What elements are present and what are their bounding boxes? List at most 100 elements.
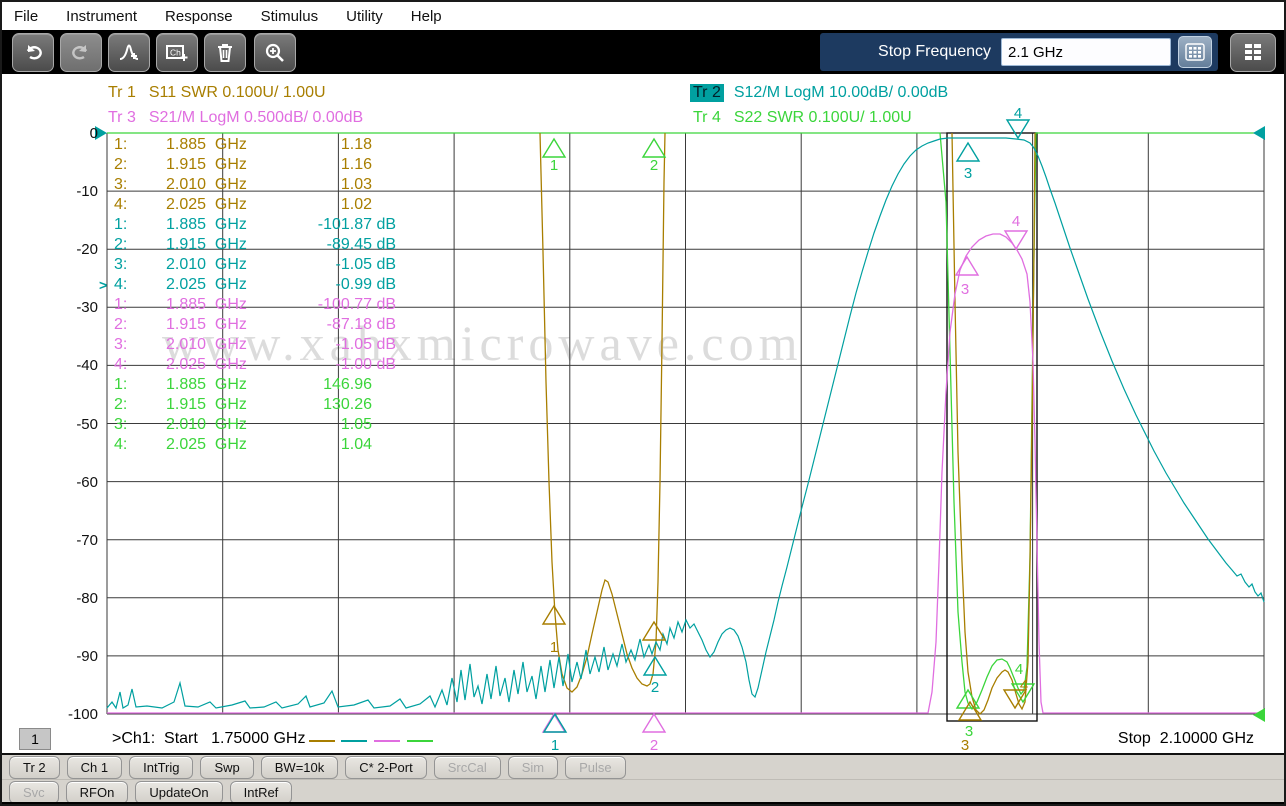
status-toolbar: Tr 2Ch 1IntTrigSwpBW=10kC* 2-PortSrcCalS… [2,753,1284,802]
marker-val-cell: -87.18 [286,315,372,335]
marker-unit-cell [372,395,402,415]
marker-val-cell: 130.26 [286,395,372,415]
menu-item-utility[interactable]: Utility [346,8,383,25]
marker-val-cell: -0.99 [286,275,372,295]
marker-freq-cell: 2.010 GHz [166,175,286,195]
marker-unit-cell [372,375,402,395]
y-tick-label: -80 [46,590,98,610]
trace-id-badge[interactable]: Tr 1 [105,84,139,102]
softkey-ch-1[interactable]: Ch 1 [67,756,122,779]
marker-val-cell: -101.87 [286,215,372,235]
svg-text:3: 3 [961,281,969,298]
plot-section[interactable]: www.xahxmicrowave.com 12341342341234 Tr … [2,74,1284,753]
trace-format-label: S21/M LogM 0.500dB/ 0.00dB [149,109,363,126]
marker-row: 2:1.915 GHz130.26 [114,395,402,415]
marker-freq-cell: 1.885 GHz [166,215,286,235]
marker-unit-cell [372,435,402,455]
menu-item-instrument[interactable]: Instrument [66,8,137,25]
trace-header-tr3[interactable]: Tr 3 S21/M LogM 0.500dB/ 0.00dB [105,109,363,129]
marker-row: 2:1.915 GHz-87.18 dB [114,315,402,335]
trace-header-tr1[interactable]: Tr 1S11 SWR 0.100U/ 1.00U [105,84,326,104]
menu-item-help[interactable]: Help [411,8,442,25]
add-channel-button[interactable]: Ch [156,33,198,72]
marker-num-cell: 3: [114,175,166,195]
window-bottom-edge [2,802,1284,806]
marker-num-cell: 4: [114,195,166,215]
trace-id-badge[interactable]: Tr 2 [690,84,724,102]
marker-unit-cell: dB [372,275,402,295]
y-tick-label: -10 [46,183,98,203]
redo-button[interactable] [60,33,102,72]
softkey-tr-2[interactable]: Tr 2 [9,756,60,779]
svg-text:2: 2 [650,157,658,174]
y-tick-label: -30 [46,299,98,319]
marker-val-cell: 1.16 [286,155,372,175]
top-toolbar: Ch Stop Frequency [2,30,1284,74]
stop-frequency-input[interactable] [1001,38,1171,66]
add-marker-button[interactable] [108,33,150,72]
svg-text:4: 4 [1014,105,1022,122]
softkey-row-2: Svc RFOn UpdateOn IntRef [2,779,1284,804]
softkey-updateon[interactable]: UpdateOn [135,781,222,804]
softkey-svc[interactable]: Svc [9,781,59,804]
menu-item-response[interactable]: Response [165,8,233,25]
marker-num-cell: 1: [114,215,166,235]
softkey-intref[interactable]: IntRef [230,781,293,804]
marker-unit-cell: dB [372,255,402,275]
keypad-icon[interactable] [1178,36,1212,68]
trace-id-badge[interactable]: Tr 3 [105,109,139,127]
softkey-rfon[interactable]: RFOn [66,781,129,804]
trace-id-badge[interactable]: Tr 4 [690,109,724,127]
svg-text:3: 3 [961,737,969,754]
marker-row: 4:2.025 GHz-1.00 dB [114,355,402,375]
softkey-inttrig[interactable]: IntTrig [129,756,193,779]
vna-application-window: File Instrument Response Stimulus Utility Hel… [0,0,1286,806]
y-tick-label: -50 [46,416,98,436]
svg-text:3: 3 [964,165,972,182]
trace-header-tr2[interactable]: Tr 2 S12/M LogM 10.00dB/ 0.00dB [690,84,948,104]
y-tick-label: -70 [46,532,98,552]
trace-format-label: S22 SWR 0.100U/ 1.00U [734,109,912,126]
softkey-pulse[interactable]: Pulse [565,756,626,779]
svg-text:1: 1 [550,157,558,174]
menu-item-file[interactable]: File [14,8,38,25]
marker-readout-table: 1:1.885 GHz1.182:1.915 GHz1.163:2.010 GH… [114,135,402,455]
softkey-swp[interactable]: Swp [200,756,253,779]
undo-button[interactable] [12,33,54,72]
y-tick-label: -90 [46,648,98,668]
channel-start-frequency: >Ch1: Start 1.75000 GHz [112,730,305,748]
window-layout-button[interactable] [1230,33,1276,72]
marker-num-cell: 3: [114,415,166,435]
delete-button[interactable] [204,33,246,72]
svg-text:4: 4 [1020,677,1028,694]
svg-text:1: 1 [550,639,558,656]
marker-val-cell: 1.18 [286,135,372,155]
marker-num-cell: 1: [114,295,166,315]
marker-row: 4:2.025 GHz-0.99 dB [114,275,402,295]
softkey-c-2-port[interactable]: C* 2-Port [345,756,426,779]
softkey-srccal[interactable]: SrcCal [434,756,501,779]
menu-bar: File Instrument Response Stimulus Utility Hel… [2,2,1284,30]
softkey-row-1: Tr 2 Ch 1 IntTrig Swp BW=10k C* 2-Port SrcCal S… [2,755,1284,779]
marker-unit-cell: dB [372,315,402,335]
svg-text:2: 2 [651,679,659,696]
marker-row: 1:1.885 GHz146.96 [114,375,402,395]
trace-format-label: S12/M LogM 10.00dB/ 0.00dB [734,84,948,101]
marker-freq-cell: 1.915 GHz [166,235,286,255]
marker-num-cell: 2: [114,155,166,175]
channel-badge[interactable]: 1 [19,728,51,750]
marker-unit-cell: dB [372,355,402,375]
menu-item-stimulus[interactable]: Stimulus [261,8,319,25]
stop-frequency-label: Stop Frequency [820,43,991,61]
softkey-sim[interactable]: Sim [508,756,558,779]
marker-row: 1:1.885 GHz-101.87 dB [114,215,402,235]
marker-row: 2:1.915 GHz-89.45 dB [114,235,402,255]
marker-val-cell: 1.02 [286,195,372,215]
marker-num-cell: 1: [114,375,166,395]
marker-row: 3:2.010 GHz1.05 [114,415,402,435]
marker-freq-cell: 1.915 GHz [166,395,286,415]
zoom-in-button[interactable] [254,33,296,72]
trace-header-tr4[interactable]: Tr 4 S22 SWR 0.100U/ 1.00U [690,109,912,129]
marker-freq-cell: 2.010 GHz [166,415,286,435]
softkey-bw-10k[interactable]: BW=10k [261,756,339,779]
